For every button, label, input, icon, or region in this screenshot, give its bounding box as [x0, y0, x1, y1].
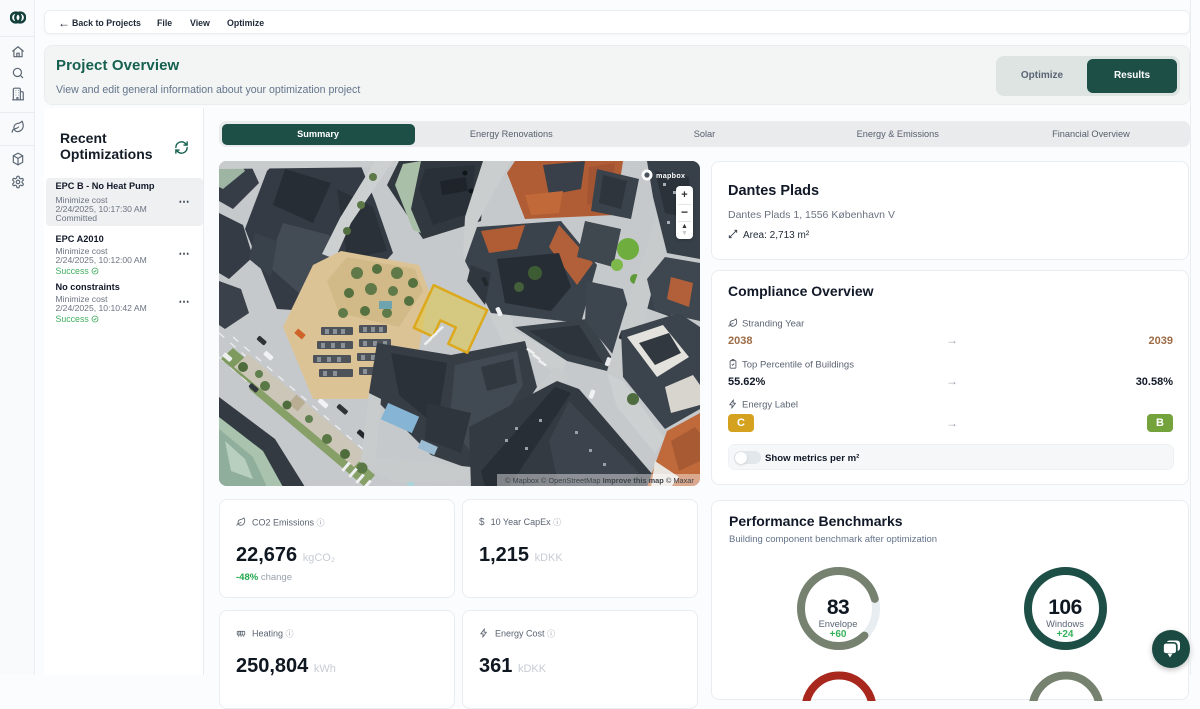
svg-text:© Mapbox © OpenStreetMap Impro: © Mapbox © OpenStreetMap Improve this ma… — [505, 476, 694, 485]
svg-text:mapbox: mapbox — [656, 171, 685, 180]
